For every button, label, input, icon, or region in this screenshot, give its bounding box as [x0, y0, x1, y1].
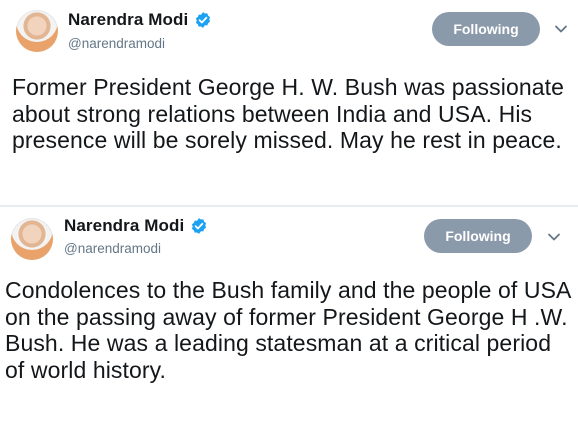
- avatar[interactable]: [16, 10, 58, 52]
- author-name[interactable]: Narendra Modi: [64, 216, 184, 236]
- verified-badge-icon: [192, 218, 207, 234]
- author-name[interactable]: Narendra Modi: [68, 10, 188, 30]
- tweet-text: Former President George H. W. Bush was p…: [12, 74, 565, 153]
- following-button[interactable]: Following: [424, 219, 532, 253]
- chevron-down-icon[interactable]: [547, 232, 561, 242]
- author-handle[interactable]: @narendramodi: [64, 241, 161, 256]
- author-row: Narendra Modi: [68, 10, 212, 30]
- following-button[interactable]: Following: [432, 12, 540, 46]
- verified-badge-icon: [196, 12, 211, 28]
- tweet-text: Condolences to the Bush family and the p…: [5, 277, 571, 383]
- author-handle[interactable]: @narendramodi: [68, 36, 165, 51]
- chevron-down-icon[interactable]: [554, 24, 568, 34]
- author-row: Narendra Modi: [64, 216, 208, 236]
- tweet-card: Narendra Modi @narendramodi Following Fo…: [0, 0, 578, 205]
- avatar[interactable]: [11, 218, 53, 260]
- tweet-card: Narendra Modi @narendramodi Following Co…: [0, 207, 578, 441]
